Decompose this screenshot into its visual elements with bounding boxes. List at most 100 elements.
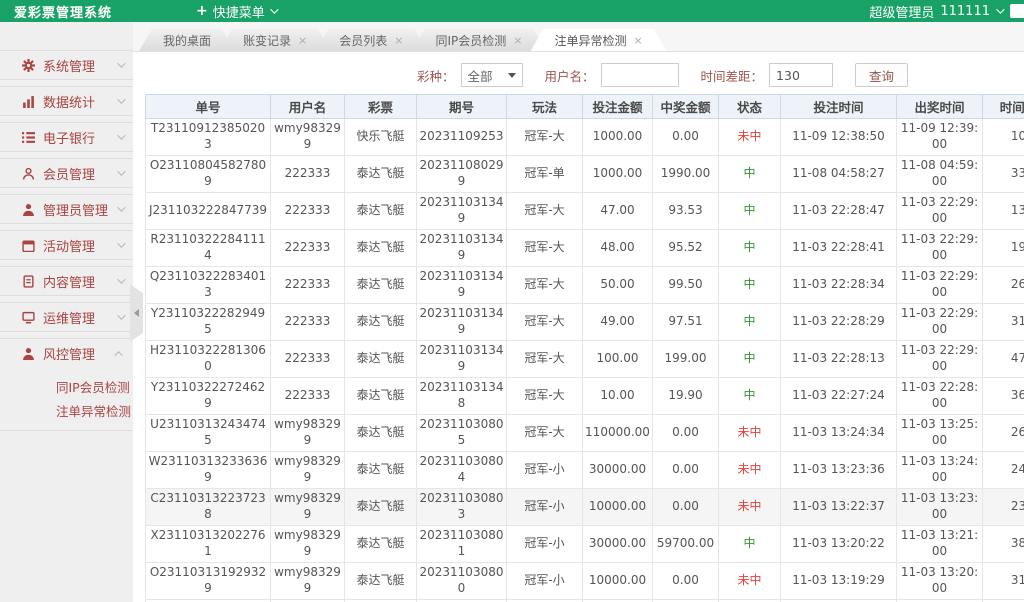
table-cell: 202311030803 <box>416 488 507 526</box>
table-cell: 31 <box>982 303 1024 341</box>
table-cell: 11-03 13:24:00 <box>896 451 983 489</box>
tab-注单异常检测[interactable]: 注单异常检测 × <box>530 29 666 51</box>
username-input[interactable] <box>600 63 679 87</box>
table-cell: 31 <box>982 562 1024 600</box>
close-icon[interactable]: × <box>394 34 403 47</box>
table-cell: 97.51 <box>652 303 719 341</box>
table-row[interactable]: C231103132237238 wmy983299 泰达飞艇 20231103080… <box>145 488 1024 526</box>
table-cell: 0.00 <box>652 118 719 156</box>
quick-menu-label: 快捷菜单 <box>212 5 265 21</box>
table-row[interactable]: Y231103222829495 222333 泰达飞艇 202311031349 冠军… <box>145 303 1024 341</box>
table-row[interactable]: J231103222847739 222333 泰达飞艇 202311031349 冠军… <box>145 192 1024 230</box>
table-cell: J231103222847739 <box>145 192 271 230</box>
sidebar-item[interactable]: 管理员管理 <box>0 194 133 224</box>
sidebar-item-label: 内容管理 <box>43 275 96 291</box>
table-cell: wmy983299 <box>270 451 345 489</box>
table-cell: 10 <box>982 118 1024 156</box>
column-header: 投注金额 <box>582 94 653 119</box>
table-row[interactable]: X231103132022761 wmy983299 泰达飞艇 20231103080… <box>145 525 1024 563</box>
ops-icon <box>22 311 35 324</box>
sidebar-item[interactable]: 系统管理 <box>0 50 133 80</box>
table-cell: 11-03 13:22:37 <box>780 488 897 526</box>
sidebar-item[interactable]: 内容管理 <box>0 266 133 296</box>
table-cell: 11-03 13:21:00 <box>896 525 983 563</box>
table-cell: 泰达飞艇 <box>344 192 417 230</box>
tab-同IP会员检测[interactable]: 同IP会员检测 × <box>411 29 546 51</box>
table-cell: 泰达飞艇 <box>344 340 417 378</box>
close-icon[interactable]: × <box>513 34 522 47</box>
table-cell: 222333 <box>270 266 345 304</box>
table-cell: wmy983299 <box>270 414 345 452</box>
table-cell: 49.00 <box>582 303 653 341</box>
quick-menu-button[interactable]: + 快捷菜单 <box>186 2 286 21</box>
table-cell: 未中 <box>718 451 781 489</box>
sidebar-collapse-handle[interactable] <box>130 284 143 342</box>
table-cell: 222333 <box>270 192 345 230</box>
table-cell: 202311030805 <box>416 414 507 452</box>
home-icon[interactable] <box>1010 4 1024 18</box>
member-icon <box>22 167 35 180</box>
tab-账变记录[interactable]: 账变记录 × <box>219 29 331 51</box>
sidebar-subitem[interactable]: 注单异常检测 <box>0 400 133 424</box>
table-row[interactable]: O231108045827809 222333 泰达飞艇 202311080299 冠军… <box>145 155 1024 193</box>
sidebar-item[interactable]: 会员管理 <box>0 158 133 188</box>
sidebar-subitem[interactable]: 同IP会员检测 <box>0 376 133 400</box>
table-cell: 中 <box>718 377 781 415</box>
table-cell: 泰达飞艇 <box>344 303 417 341</box>
table-row[interactable]: W231103132336369 wmy983299 泰达飞艇 20231103080… <box>145 451 1024 489</box>
close-icon[interactable]: × <box>298 34 307 47</box>
table-cell: 冠军-小 <box>506 562 583 600</box>
lottery-select[interactable]: 全部 <box>460 63 523 87</box>
close-icon[interactable]: × <box>634 34 643 47</box>
table-row[interactable]: O231103131929329 wmy983299 泰达飞艇 20231103080… <box>145 562 1024 600</box>
table-row[interactable]: R231103222841114 222333 泰达飞艇 202311031349 冠军… <box>145 229 1024 267</box>
table-cell: 中 <box>718 229 781 267</box>
user-role: 超级管理员 <box>869 5 935 21</box>
table-row[interactable]: H231103222813060 222333 泰达飞艇 202311031349 冠军… <box>145 340 1024 378</box>
calendar-icon <box>22 239 35 252</box>
tab-会员列表[interactable]: 会员列表 × <box>315 29 427 51</box>
table-cell: 0.00 <box>652 488 719 526</box>
tab-label: 会员列表 <box>339 33 388 48</box>
table-cell: 26 <box>982 266 1024 304</box>
table-cell: 冠军-小 <box>506 525 583 563</box>
table-cell: 11-03 22:28:41 <box>780 229 897 267</box>
table-cell: 11-03 13:25:00 <box>896 414 983 452</box>
table-cell: 93.53 <box>652 192 719 230</box>
orders-table: 单号用户名彩票期号玩法投注金额中奖金额状态投注时间出奖时间时间差 T231109… <box>145 94 1024 602</box>
table-cell: 10000.00 <box>582 488 653 526</box>
table-cell: wmy983299 <box>270 118 345 156</box>
tab-我的桌面[interactable]: 我的桌面 <box>139 29 235 51</box>
table-cell: 冠军-小 <box>506 451 583 489</box>
sidebar-item-label: 数据统计 <box>43 95 96 111</box>
table-row[interactable]: T231109123850203 wmy983299 快乐飞艇 20231109253… <box>145 118 1024 156</box>
chevron-up-icon <box>114 350 123 360</box>
user-menu[interactable]: 超级管理员 111111 <box>869 2 1005 21</box>
table-cell: 冠军-单 <box>506 155 583 193</box>
table-cell: 未中 <box>718 414 781 452</box>
chevron-down-icon <box>117 203 126 212</box>
sidebar-item[interactable]: 活动管理 <box>0 230 133 260</box>
search-button[interactable]: 查询 <box>855 63 909 87</box>
table-row[interactable]: Y231103222724629 222333 泰达飞艇 202311031348 冠军… <box>145 377 1024 415</box>
table-cell: 202311031349 <box>416 340 507 378</box>
table-body: T231109123850203 wmy983299 快乐飞艇 20231109253… <box>145 118 1024 602</box>
chart-icon <box>22 95 35 108</box>
table-cell: 冠军-大 <box>506 192 583 230</box>
table-cell: 中 <box>718 525 781 563</box>
sidebar-item[interactable]: 数据统计 <box>0 86 133 116</box>
table-row[interactable]: U231103132434745 wmy983299 泰达飞艇 20231103080… <box>145 414 1024 452</box>
table-cell: 59700.00 <box>652 525 719 563</box>
timediff-input[interactable] <box>769 63 834 87</box>
table-cell: O231103131929329 <box>145 562 271 600</box>
table-cell: 202311031349 <box>416 192 507 230</box>
tab-label: 注单异常检测 <box>554 33 627 48</box>
sidebar-item[interactable]: 风控管理 <box>0 338 133 368</box>
app-title: 爱彩票管理系统 <box>14 5 113 21</box>
table-cell: 11-03 22:28:47 <box>780 192 897 230</box>
sidebar-item[interactable]: 运维管理 <box>0 302 133 332</box>
chevron-down-icon <box>117 167 126 176</box>
table-row[interactable]: Q231103222834013 222333 泰达飞艇 202311031349 冠军… <box>145 266 1024 304</box>
chevron-down-icon <box>117 131 126 140</box>
sidebar-item[interactable]: 电子银行 <box>0 122 133 152</box>
